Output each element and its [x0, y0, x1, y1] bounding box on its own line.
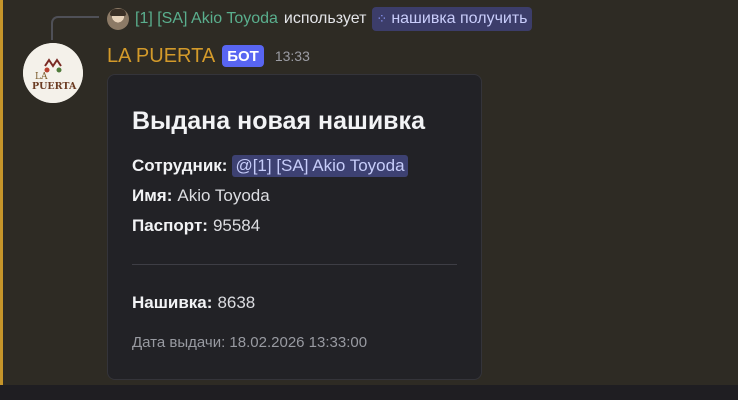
command-name: нашивка получить: [391, 10, 528, 27]
field-patch: Нашивка: 8638: [132, 293, 255, 313]
embed-footer: Дата выдачи: 18.02.2026 13:33:00: [132, 334, 368, 351]
bot-badge: БОТ: [222, 45, 264, 67]
embed-divider: [132, 264, 457, 265]
reply-connector-line: [51, 16, 99, 40]
field-name-value: Akio Toyoda: [177, 186, 270, 205]
embed-title: Выдана новая нашивка: [132, 107, 425, 135]
svg-text:PUERTA: PUERTA: [32, 81, 77, 92]
message-timestamp[interactable]: 13:33: [275, 48, 310, 64]
command-reference: [1] [SA] Akio Toyoda использует ⁘ нашивк…: [107, 7, 532, 31]
reply-username[interactable]: [1] [SA] Akio Toyoda: [135, 10, 278, 28]
app-command-icon: ⁘: [376, 11, 388, 26]
field-passport: Паспорт: 95584: [132, 216, 260, 236]
message-header: LA PUERTA БОТ 13:33: [107, 43, 310, 69]
field-passport-value: 95584: [212, 216, 261, 235]
embed-card: Выдана новая нашивка Сотрудник: @[1] [SA…: [107, 74, 482, 380]
field-employee: Сотрудник: @[1] [SA] Akio Toyoda: [132, 155, 408, 177]
user-mention[interactable]: @[1] [SA] Akio Toyoda: [232, 155, 408, 177]
field-patch-value: 8638: [217, 293, 256, 312]
bot-avatar[interactable]: LA PUERTA: [23, 43, 83, 103]
field-name: Имя: Akio Toyoda: [132, 186, 270, 206]
reply-uses-text: использует: [283, 10, 367, 27]
highlight-accent-bar: [0, 0, 3, 385]
la-puerta-logo-icon: LA PUERTA: [23, 43, 83, 103]
field-passport-label: Паспорт:: [132, 216, 208, 235]
field-employee-label: Сотрудник:: [132, 156, 228, 175]
reply-user-avatar[interactable]: [107, 8, 129, 30]
command-chip[interactable]: ⁘ нашивка получить: [372, 7, 532, 31]
field-patch-label: Нашивка:: [132, 293, 213, 312]
author-name[interactable]: LA PUERTA: [107, 45, 215, 68]
field-name-label: Имя:: [132, 186, 173, 205]
